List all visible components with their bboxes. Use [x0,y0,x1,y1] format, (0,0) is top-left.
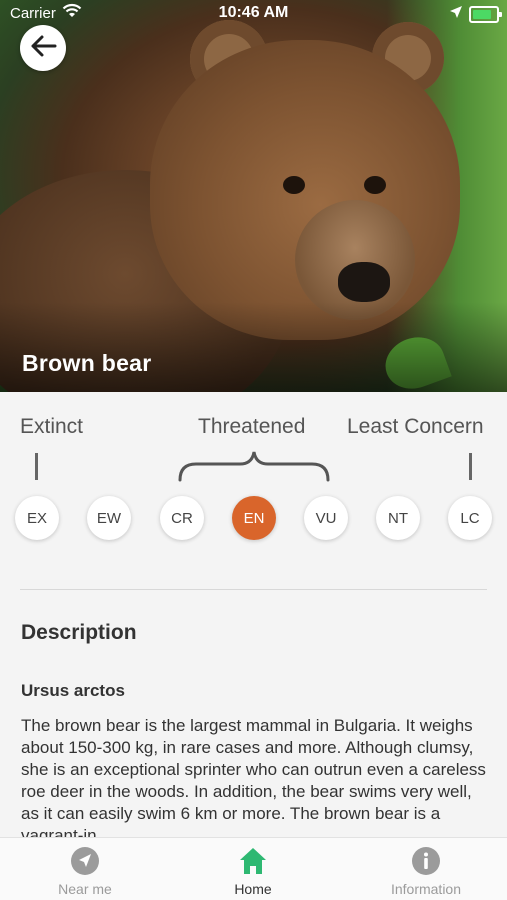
home-icon [238,846,268,876]
latin-name: Ursus arctos [21,681,125,700]
arrow-left-icon [29,34,57,62]
location-arrow-icon [449,5,463,23]
bear-eye-right [364,176,386,194]
label-least-concern: Least Concern [347,415,484,438]
tick-extinct [35,453,38,480]
tab-information-label: Information [390,881,462,897]
status-time: 10:46 AM [218,4,289,21]
tab-bar: Near me Home Information [0,837,507,900]
bear-nose [338,262,390,302]
category-nt[interactable]: NT [376,496,420,540]
threatened-brace [178,451,330,482]
hero-image [0,0,507,392]
tab-near-me-label: Near me [58,881,112,897]
description-heading: Description [21,621,137,644]
category-en[interactable]: EN [232,496,276,540]
label-extinct: Extinct [20,415,84,438]
category-ex[interactable]: EX [15,496,59,540]
tab-near-me[interactable]: Near me [20,842,150,897]
section-divider [20,589,487,590]
label-threatened: Threatened [198,415,306,438]
battery-icon [469,6,502,23]
category-cr[interactable]: CR [160,496,204,540]
tick-least-concern [469,453,472,480]
description-text: The brown bear is the largest mammal in … [21,716,486,845]
navigation-arrow-icon [70,846,100,876]
tab-home-label: Home [234,881,272,897]
bear-head [150,40,460,340]
animal-name: Brown bear [22,350,152,376]
info-icon [411,846,441,876]
hero-shade [0,302,507,392]
status-bar: Carrier 10:46 AM [0,0,507,28]
category-lc[interactable]: LC [448,496,492,540]
bear-eye-left [283,176,305,194]
tab-information[interactable]: Information [361,842,491,897]
tab-home[interactable]: Home [188,842,318,897]
category-vu[interactable]: VU [304,496,348,540]
category-ew[interactable]: EW [87,496,131,540]
back-button[interactable] [20,25,66,71]
